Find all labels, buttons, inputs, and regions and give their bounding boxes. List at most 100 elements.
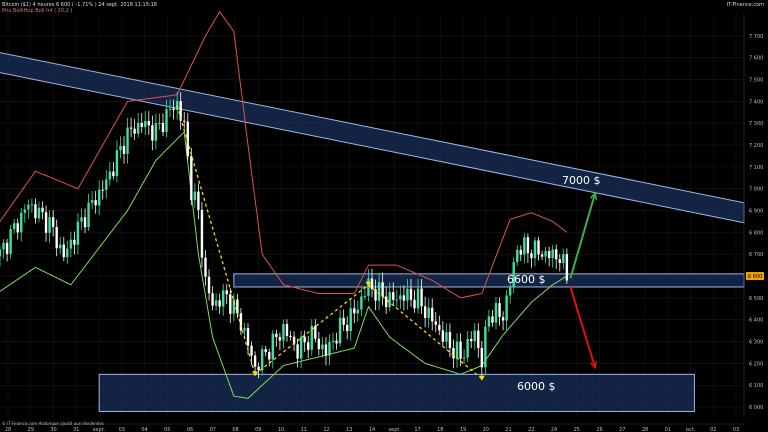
candle-body bbox=[207, 276, 211, 294]
candle-body bbox=[547, 251, 551, 258]
candle-body bbox=[540, 254, 544, 257]
candle-body bbox=[105, 179, 108, 190]
candle-body bbox=[484, 326, 487, 368]
candle-body bbox=[41, 207, 44, 213]
candle-body bbox=[285, 323, 289, 336]
candle-body bbox=[140, 122, 143, 128]
y-tick-label: 6 100 bbox=[749, 383, 763, 389]
candle-body bbox=[487, 316, 491, 327]
candle-body bbox=[175, 101, 179, 110]
chart-window: Bitcoin ($1) 4 heures 6 600 ( -1,71% ) 2… bbox=[0, 0, 768, 432]
candle-body bbox=[494, 303, 498, 323]
candle-body bbox=[243, 328, 246, 331]
x-tick-label: 29 bbox=[28, 427, 34, 432]
candle-body bbox=[278, 336, 282, 341]
last-price-label: 6 600 bbox=[748, 274, 762, 280]
x-tick-label: 03 bbox=[119, 427, 125, 432]
candle-body bbox=[76, 221, 80, 245]
x-tick-label: 20 bbox=[483, 427, 489, 432]
price-chart: 7000 $6600 $6000 $ 6 0006 1006 2006 3006… bbox=[0, 10, 764, 432]
x-tick-label: 19 bbox=[460, 427, 466, 432]
candle-body bbox=[516, 249, 519, 263]
candle-body bbox=[551, 249, 554, 258]
candle-body bbox=[462, 357, 466, 359]
x-tick-label: 10 bbox=[278, 427, 284, 432]
candle-body bbox=[69, 239, 73, 249]
candle-body bbox=[473, 330, 476, 342]
candle-body bbox=[236, 299, 239, 314]
candle-body bbox=[193, 191, 197, 200]
candle-body bbox=[381, 282, 384, 297]
candle-body bbox=[335, 340, 338, 344]
x-tick-label: 05 bbox=[164, 427, 170, 432]
candle-body bbox=[264, 349, 267, 353]
candle-body bbox=[533, 240, 537, 259]
support-6600-label: 6600 $ bbox=[507, 273, 546, 286]
candle-body bbox=[214, 300, 218, 306]
candle-body bbox=[423, 306, 427, 319]
candle-body bbox=[402, 295, 406, 301]
candle-body bbox=[431, 307, 434, 322]
candle-body bbox=[172, 108, 175, 110]
arrow-down-shaft bbox=[569, 286, 597, 369]
candle-body bbox=[44, 212, 48, 233]
candle-body bbox=[158, 122, 161, 124]
y-tick-label: 6 400 bbox=[749, 318, 763, 324]
candle-body bbox=[229, 294, 232, 314]
candle-body bbox=[197, 191, 200, 210]
x-tick-label: 27 bbox=[619, 427, 625, 432]
candle-body bbox=[508, 287, 512, 296]
y-tick-label: 6 800 bbox=[749, 230, 763, 236]
y-tick-label: 6 000 bbox=[749, 405, 763, 411]
candle-body bbox=[119, 146, 122, 151]
candle-body bbox=[151, 125, 154, 141]
candle-body bbox=[239, 313, 243, 331]
candle-body bbox=[505, 295, 508, 321]
candle-body bbox=[363, 295, 367, 297]
candle-body bbox=[562, 254, 565, 263]
x-tick-label: 12 bbox=[323, 427, 329, 432]
candle-body bbox=[144, 120, 147, 128]
candle-body bbox=[9, 229, 12, 254]
x-tick-label: 17 bbox=[414, 427, 420, 432]
candle-body bbox=[154, 123, 158, 141]
candle-body bbox=[204, 257, 207, 277]
candle-body bbox=[370, 278, 374, 290]
candle-body bbox=[183, 120, 186, 122]
x-tick-label: 09 bbox=[255, 427, 261, 432]
candle-body bbox=[55, 226, 58, 249]
candle-body bbox=[296, 344, 299, 359]
candle-body bbox=[186, 121, 189, 157]
candle-body bbox=[87, 202, 90, 228]
support-6000-label: 6000 $ bbox=[517, 380, 556, 393]
candle-body bbox=[59, 244, 62, 249]
resistance-label: 7000 $ bbox=[562, 174, 601, 187]
y-tick-label: 7 200 bbox=[749, 143, 763, 149]
candle-body bbox=[477, 330, 480, 348]
candle-body bbox=[246, 328, 250, 346]
candle-body bbox=[303, 336, 306, 343]
candle-body bbox=[27, 204, 30, 210]
candle-body bbox=[62, 244, 65, 258]
x-tick-label: 30 bbox=[50, 427, 56, 432]
x-tick-label: 08 bbox=[232, 427, 238, 432]
candle-body bbox=[48, 217, 51, 233]
x-tick-label: 06 bbox=[187, 427, 193, 432]
candle-body bbox=[434, 321, 437, 325]
candle-body bbox=[20, 212, 23, 233]
candle-body bbox=[314, 325, 317, 339]
candle-body bbox=[253, 355, 257, 367]
candle-body bbox=[420, 288, 423, 307]
candle-body bbox=[558, 259, 561, 263]
candle-body bbox=[80, 217, 83, 222]
y-tick-label: 7 600 bbox=[749, 56, 763, 62]
y-tick-label: 7 100 bbox=[749, 165, 763, 171]
support-6000-zone bbox=[98, 373, 695, 412]
candle-body bbox=[250, 345, 253, 356]
candle-body bbox=[328, 341, 331, 356]
x-tick-label: 28 bbox=[5, 427, 11, 432]
x-tick-label: 22 bbox=[528, 427, 534, 432]
candle-body bbox=[2, 242, 5, 250]
candle-body bbox=[168, 108, 172, 110]
candle-body bbox=[222, 290, 225, 307]
